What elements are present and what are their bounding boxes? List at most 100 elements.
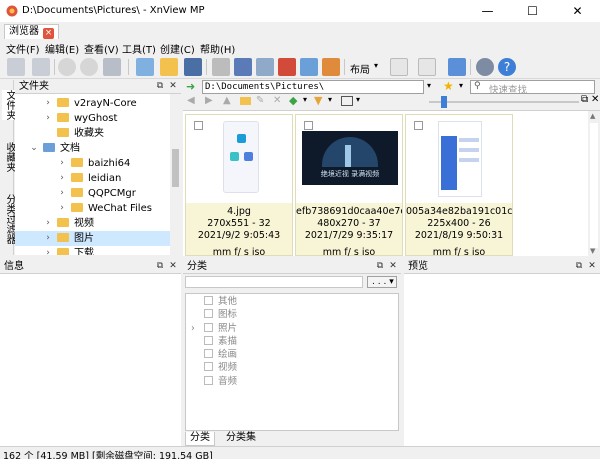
layout-dropdown-icon[interactable]: ▾ <box>374 61 378 70</box>
tree-scrollbar[interactable] <box>170 94 181 255</box>
delete-icon[interactable]: ✕ <box>273 95 281 106</box>
tag-dropdown-icon[interactable]: ▾ <box>303 95 307 104</box>
category-checkbox[interactable] <box>204 322 213 332</box>
thumbnail-scrollbar[interactable]: ▲ ▼ <box>588 111 600 257</box>
category-checkbox[interactable] <box>204 349 213 359</box>
tag-icon[interactable]: ◆ <box>289 94 297 107</box>
category-checkbox[interactable] <box>204 309 213 319</box>
expand-right-icon[interactable]: › <box>43 96 53 111</box>
batch-icon[interactable] <box>103 58 121 76</box>
star-icon[interactable]: ★ <box>443 79 454 93</box>
rotate-right-icon[interactable] <box>80 58 98 76</box>
tree-item[interactable]: › 下载 <box>15 246 170 255</box>
filter-icon[interactable]: ▼ <box>314 94 322 107</box>
tree-item[interactable]: ⌄ 文档 <box>15 141 170 156</box>
thumbnail-view-icon[interactable] <box>341 96 353 106</box>
address-dropdown-icon[interactable]: ▾ <box>427 81 431 90</box>
gear-icon[interactable] <box>476 58 494 76</box>
category-checkbox[interactable] <box>204 362 213 372</box>
copy-icon[interactable] <box>136 58 154 76</box>
menu-view[interactable]: 查看(V) <box>84 41 119 56</box>
forward-icon[interactable]: ▶ <box>205 95 213 106</box>
expand-right-icon[interactable]: › <box>191 322 195 335</box>
scroll-down-icon[interactable]: ▼ <box>590 247 595 255</box>
scroll-up-icon[interactable]: ▲ <box>590 112 595 120</box>
panel-close-icon[interactable]: ✕ <box>587 261 597 272</box>
menu-edit[interactable]: 编辑(E) <box>45 41 79 56</box>
maximize-button[interactable]: ☐ <box>510 0 555 22</box>
category-item[interactable]: 绘画 <box>186 348 400 361</box>
thumb-checkbox[interactable] <box>304 121 313 130</box>
panel-float-icon[interactable]: ⧉ <box>581 94 588 105</box>
print-icon[interactable] <box>212 58 230 76</box>
rename-icon[interactable]: ✎ <box>256 95 264 106</box>
expand-right-icon[interactable]: › <box>57 186 67 201</box>
convert-icon[interactable] <box>256 58 274 76</box>
category-item[interactable]: 图标 <box>186 308 400 321</box>
panel-float-icon[interactable]: ⧉ <box>574 261 584 272</box>
panel-mode-icon[interactable] <box>418 58 436 76</box>
rotate-left-icon[interactable] <box>58 58 76 76</box>
network-icon[interactable] <box>448 58 466 76</box>
menu-file[interactable]: 文件(F) <box>6 41 40 56</box>
menu-help[interactable]: 帮助(H) <box>200 41 235 56</box>
tab-category[interactable]: 分类 <box>185 432 215 446</box>
fit-icon[interactable] <box>32 58 50 76</box>
tree-item[interactable]: › 视频 <box>15 216 170 231</box>
help-icon[interactable]: ? <box>498 58 516 76</box>
category-item[interactable]: › 照片 <box>186 322 400 335</box>
binoculars-icon[interactable] <box>184 58 202 76</box>
expand-right-icon[interactable]: › <box>57 156 67 171</box>
category-item[interactable]: 音频 <box>186 375 400 388</box>
expand-down-icon[interactable]: ⌄ <box>29 141 39 156</box>
category-item[interactable]: 其他 <box>186 295 400 308</box>
tree-item[interactable]: › WeChat Files <box>15 201 170 216</box>
menu-tools[interactable]: 工具(T) <box>122 41 156 56</box>
tree-item[interactable]: › baizhi64 <box>15 156 170 171</box>
slideshow-icon[interactable] <box>278 58 296 76</box>
contact-sheet-icon[interactable] <box>300 58 318 76</box>
address-input[interactable]: D:\Documents\Pictures\ <box>202 80 424 94</box>
panel-close-icon[interactable]: ✕ <box>591 94 599 105</box>
category-dropdown[interactable]: . . . ▾ <box>367 276 397 288</box>
zoom-slider-track[interactable] <box>429 96 579 108</box>
thumbnail-item[interactable]: 4.jpg 270x551 - 32 2021/9/2 9:05:43 mm f… <box>185 114 293 258</box>
category-checkbox[interactable] <box>204 335 213 345</box>
thumbnail-item[interactable]: 005a34e82ba191c01cf69f... 225x400 - 26 2… <box>405 114 513 258</box>
panel-close-icon[interactable]: ✕ <box>168 261 178 272</box>
panel-float-icon[interactable]: ⧉ <box>155 261 165 272</box>
fullscreen-icon[interactable] <box>7 58 25 76</box>
view-mode-icon[interactable] <box>390 58 408 76</box>
scroll-thumb[interactable] <box>590 123 598 248</box>
category-checkbox[interactable] <box>204 375 213 385</box>
layout-button[interactable]: 布局 <box>350 61 370 76</box>
tree-item[interactable]: › 图片 <box>15 231 170 246</box>
tree-item[interactable]: › leidian <box>15 171 170 186</box>
tree-item[interactable]: 收藏夹 <box>15 126 170 141</box>
panel-float-icon[interactable]: ⧉ <box>375 261 385 272</box>
tree-item[interactable]: › v2rayN-Core <box>15 96 170 111</box>
tab-close-icon[interactable]: × <box>43 28 54 39</box>
search-box[interactable]: ⚲ 快速查找 <box>470 80 595 96</box>
menu-create[interactable]: 创建(C) <box>160 41 195 56</box>
scan-icon[interactable] <box>234 58 252 76</box>
tree-item[interactable]: › QQPCMgr <box>15 186 170 201</box>
open-folder-icon[interactable] <box>160 58 178 76</box>
tab-category-set[interactable]: 分类集 <box>221 432 261 446</box>
expand-right-icon[interactable]: › <box>43 246 53 255</box>
filter-dropdown-icon[interactable]: ▾ <box>328 95 332 104</box>
back-icon[interactable]: ◀ <box>187 95 195 106</box>
thumbnail-item[interactable]: 绝境近视 录满视频 efb738691d0caa40e7e7d... 480x2… <box>295 114 403 258</box>
expand-right-icon[interactable]: › <box>43 111 53 126</box>
panel-close-icon[interactable]: ✕ <box>168 81 178 92</box>
zoom-slider-thumb[interactable] <box>441 96 447 108</box>
thumb-checkbox[interactable] <box>414 121 423 130</box>
category-filter-input[interactable] <box>185 276 363 288</box>
panel-float-icon[interactable]: ⧉ <box>155 81 165 92</box>
expand-right-icon[interactable]: › <box>43 231 53 246</box>
go-icon[interactable]: ➜ <box>186 80 195 93</box>
view-dropdown-icon[interactable]: ▾ <box>356 95 360 104</box>
category-item[interactable]: 素描 <box>186 335 400 348</box>
tree-scroll-thumb[interactable] <box>172 149 179 187</box>
expand-right-icon[interactable]: › <box>57 201 67 216</box>
